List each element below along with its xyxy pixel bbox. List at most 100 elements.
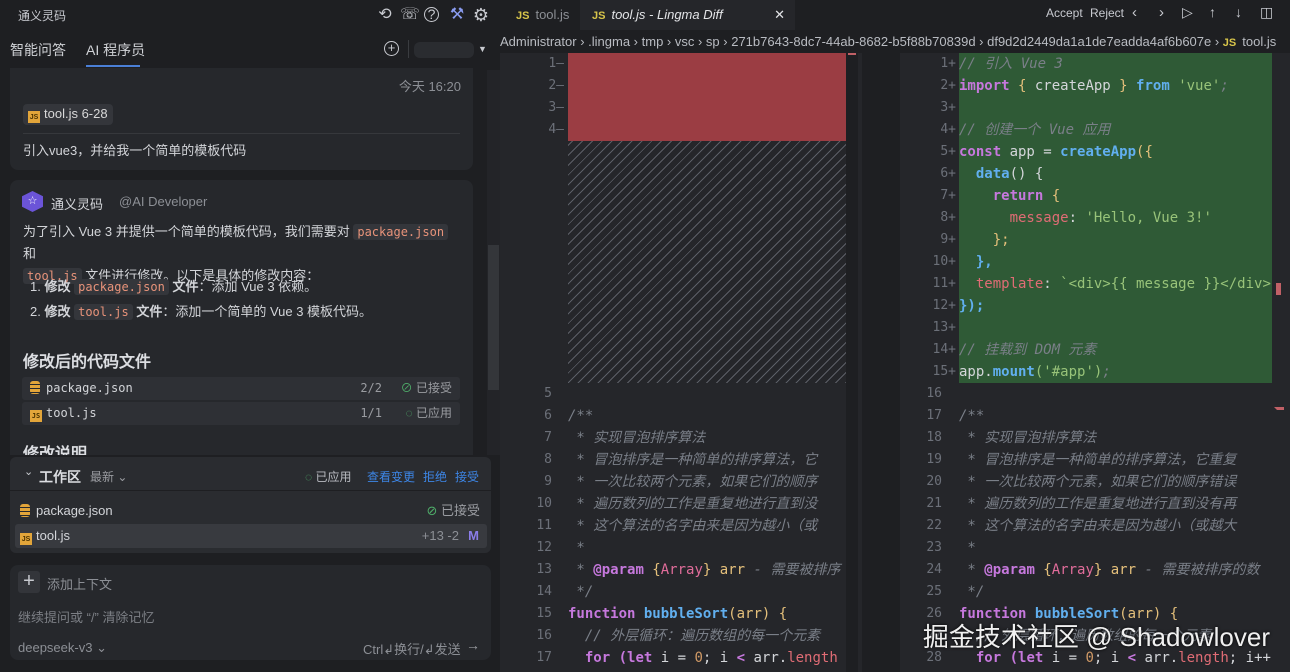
- chevron-down-icon[interactable]: ▼: [478, 44, 487, 54]
- code-text[interactable]: */: [959, 581, 1272, 603]
- code-token: () {: [1009, 166, 1044, 182]
- previous-change-icon[interactable]: ‹: [1132, 4, 1137, 21]
- code-text[interactable]: return {: [959, 185, 1272, 207]
- workspace-file-tool-js[interactable]: JS tool.js +13 -2 M: [15, 524, 487, 548]
- input-placeholder[interactable]: 继续提问或 “/” 清除记忆: [18, 607, 155, 626]
- code-text[interactable]: import { createApp } from 'vue';: [959, 75, 1272, 97]
- line-number: 5: [544, 386, 552, 401]
- new-chat-icon[interactable]: +: [384, 41, 399, 56]
- code-text[interactable]: *: [959, 537, 1272, 559]
- feedback-icon[interactable]: ☏: [400, 6, 420, 24]
- account-selector[interactable]: [414, 42, 474, 58]
- tab-smart-qa[interactable]: 智能问答: [10, 40, 66, 60]
- code-token: message: [959, 210, 1069, 226]
- modified-badge: M: [468, 528, 479, 543]
- view-changes-link[interactable]: 查看变更: [367, 468, 415, 485]
- workspace-file-package-json[interactable]: package.json ⊘ 已接受: [20, 499, 486, 523]
- file-row-package-json[interactable]: package.json 2/2 ⊘ 已接受: [22, 377, 460, 400]
- code-line: 6 /**: [500, 405, 862, 427]
- code-text[interactable]: // 引入 Vue 3: [959, 53, 1272, 75]
- chat-scrollbar[interactable]: [487, 70, 500, 455]
- chat-input[interactable]: + 添加上下文 继续提问或 “/” 清除记忆 deepseek-v3 ⌄ Ctr…: [10, 565, 491, 660]
- filter-dropdown[interactable]: 最新 ⌄: [90, 468, 127, 485]
- history-icon[interactable]: ⟲: [376, 6, 394, 24]
- reject-link[interactable]: 拒绝: [423, 468, 447, 485]
- code-token: });: [959, 298, 985, 314]
- add-context-button[interactable]: 添加上下文: [47, 574, 112, 593]
- code-text[interactable]: *: [568, 537, 846, 559]
- accept-button[interactable]: Accept: [1046, 6, 1083, 20]
- code-text[interactable]: message: 'Hello, Vue 3!': [959, 207, 1272, 229]
- breadcrumb-item[interactable]: Administrator: [500, 34, 577, 49]
- line-number: 20: [926, 474, 942, 489]
- code-text[interactable]: data() {: [959, 163, 1272, 185]
- code-token: @param: [984, 562, 1035, 578]
- code-text[interactable]: */: [568, 581, 846, 603]
- watermark: 掘金技术社区 @ Shadowlover: [922, 622, 1270, 652]
- code-line: 19 * 冒泡排序是一种简单的排序算法，它重复: [900, 449, 1290, 471]
- breadcrumb-item[interactable]: tmp: [642, 34, 664, 49]
- breadcrumb-item[interactable]: 271b7643-8dc7-44ab-8682-b5f88b70839d: [731, 34, 975, 49]
- code-text[interactable]: * 遍历数列的工作是重复地进行直到没有再: [959, 493, 1272, 515]
- code-text[interactable]: * 实现冒泡排序算法: [959, 427, 1272, 449]
- help-icon[interactable]: ?: [424, 7, 439, 22]
- pane-divider[interactable]: [862, 53, 900, 672]
- gear-icon[interactable]: ⚙: [472, 6, 490, 24]
- code-text[interactable]: * 遍历数列的工作是重复地进行直到没: [568, 493, 846, 515]
- model-selector[interactable]: deepseek-v3 ⌄: [18, 640, 107, 656]
- tab-ai-programmer[interactable]: AI 程序员: [86, 40, 145, 60]
- code-text[interactable]: * 实现冒泡排序算法: [568, 427, 846, 449]
- code-text[interactable]: },: [959, 251, 1272, 273]
- breadcrumb-item[interactable]: sp: [706, 34, 720, 49]
- code-text[interactable]: * 冒泡排序是一种简单的排序算法，它: [568, 449, 846, 471]
- next-change-icon[interactable]: ›: [1159, 4, 1164, 21]
- code-text[interactable]: app.mount('#app');: [959, 361, 1272, 383]
- code-text[interactable]: };: [959, 229, 1272, 251]
- code-text[interactable]: /**: [568, 405, 846, 427]
- code-token: // 创建一个 Vue 应用: [959, 122, 1111, 138]
- code-text[interactable]: });: [959, 295, 1272, 317]
- arrow-up-icon[interactable]: ↑: [1209, 4, 1216, 20]
- code-token: Array: [1051, 562, 1094, 578]
- split-editor-icon[interactable]: ◫: [1260, 4, 1273, 21]
- code-token: * 遍历数列的工作是重复地进行直到没有再: [959, 496, 1237, 512]
- code-token: */: [568, 584, 594, 600]
- send-arrow-icon[interactable]: →: [466, 637, 480, 653]
- close-icon[interactable]: ✕: [774, 0, 785, 30]
- collapse-chevron-icon[interactable]: ⌄: [24, 465, 33, 478]
- reject-button[interactable]: Reject: [1090, 6, 1124, 20]
- code-text[interactable]: * 一次比较两个元素，如果它们的顺序错误: [959, 471, 1272, 493]
- code-text[interactable]: * 这个算法的名字由来是因为越小（或越大: [959, 515, 1272, 537]
- accept-link[interactable]: 接受: [455, 468, 479, 485]
- wrench-icon[interactable]: ⚒: [448, 6, 466, 24]
- code-text[interactable]: * 一次比较两个元素，如果它们的顺序: [568, 471, 846, 493]
- context-chip[interactable]: JS tool.js 6-28: [23, 104, 113, 125]
- breadcrumb-item[interactable]: vsc: [675, 34, 695, 49]
- code-text[interactable]: // 创建一个 Vue 应用: [959, 119, 1272, 141]
- code-text[interactable]: for (let i = 0; i < arr.length: [568, 647, 846, 669]
- file-row-tool-js[interactable]: JS tool.js 1/1 ◌ 已应用: [22, 402, 460, 425]
- arrow-down-icon[interactable]: ↓: [1235, 4, 1242, 20]
- add-context-icon[interactable]: +: [18, 571, 40, 593]
- code-text[interactable]: * 这个算法的名字由来是因为越小（或: [568, 515, 846, 537]
- breadcrumb-item[interactable]: tool.js: [1242, 34, 1276, 49]
- breadcrumb-item[interactable]: .lingma: [588, 34, 630, 49]
- breadcrumb-item[interactable]: df9d2d2449da1a1de7eadda4af6b607e: [987, 34, 1211, 49]
- code-text[interactable]: template: `<div>{{ message }}</div>`: [959, 273, 1272, 295]
- code-token: :: [1043, 276, 1061, 292]
- workspace-status: ◌ 已应用: [305, 470, 352, 484]
- code-text[interactable]: /**: [959, 405, 1272, 427]
- scrollbar-thumb[interactable]: [488, 245, 499, 390]
- tab-lingma-diff[interactable]: JS tool.js - Lingma Diff ✕: [580, 0, 795, 30]
- code-token: ('#app'): [1034, 364, 1103, 380]
- code-text[interactable]: // 挂载到 DOM 元素: [959, 339, 1272, 361]
- tab-tool-js[interactable]: JS tool.js: [504, 0, 581, 30]
- code-text[interactable]: // 外层循环：遍历数组的每一个元素: [568, 625, 846, 647]
- code-text[interactable]: * 冒泡排序是一种简单的排序算法，它重复: [959, 449, 1272, 471]
- code-text[interactable]: function bubbleSort(arr) {: [568, 603, 846, 625]
- code-text[interactable]: * @param {Array} arr - 需要被排序的数: [959, 559, 1272, 581]
- run-icon[interactable]: ▷: [1182, 4, 1193, 21]
- code-text[interactable]: const app = createApp({: [959, 141, 1272, 163]
- code-text[interactable]: * @param {Array} arr - 需要被排序: [568, 559, 846, 581]
- line-number: 10+: [932, 254, 956, 269]
